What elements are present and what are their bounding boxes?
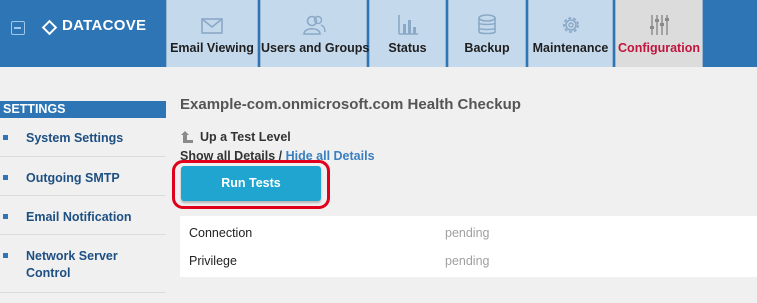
tab-label: Email Viewing [170,41,254,55]
tab-label: Backup [464,41,510,55]
top-header: DATACOVE Email Viewing Users and Groups [0,0,757,67]
test-name: Privilege [189,254,237,268]
sidebar-item-system-settings[interactable]: System Settings [0,118,166,157]
database-icon [478,14,496,35]
tab-label: Maintenance [532,41,609,55]
collapse-menu-icon[interactable] [11,21,25,35]
sliders-icon [650,15,669,35]
test-status: pending [445,254,490,268]
logo-icon [41,19,58,36]
table-row: Connection pending [180,218,757,246]
up-level-link[interactable]: Up a Test Level [180,130,291,144]
tab-users-and-groups[interactable]: Users and Groups [260,0,370,67]
results-table: Connection pending Privilege pending [180,216,757,277]
tab-email-viewing[interactable]: Email Viewing [166,0,258,67]
brand-area: DATACOVE [0,0,166,67]
tab-label: Status [388,41,427,55]
sidebar-item-label-line2: Control [26,266,71,280]
sidebar-item-label-line1: Network Server [26,249,118,263]
tab-status[interactable]: Status [369,0,446,67]
tab-backup[interactable]: Backup [448,0,526,67]
sidebar-item-network-server-control[interactable]: Network Server Control [0,235,166,293]
tab-maintenance[interactable]: Maintenance [528,0,613,67]
main-nav-tabs: Email Viewing Users and Groups Status Ba… [166,0,705,67]
up-arrow-icon [181,131,193,143]
users-icon [302,15,326,35]
bullet-icon [3,214,8,219]
gear-icon [562,17,579,33]
tab-configuration[interactable]: Configuration [615,0,703,67]
sidebar-item-outgoing-smtp[interactable]: Outgoing SMTP [0,157,166,196]
sidebar-header: SETTINGS [0,101,166,118]
bullet-icon [3,253,8,258]
settings-sidebar: SETTINGS System Settings Outgoing SMTP E… [0,101,166,293]
sidebar-item-label: System Settings [26,131,124,145]
run-tests-button[interactable]: Run Tests [181,166,321,201]
tab-label: Configuration [618,41,700,55]
test-name: Connection [189,226,253,240]
test-status: pending [445,226,490,240]
brand-name: DATACOVE [62,17,147,34]
sidebar-item-label: Email Notification [26,210,132,224]
bar-chart-icon [397,15,418,35]
table-row: Privilege pending [180,246,757,274]
bullet-icon [3,135,8,140]
sidebar-item-email-notification[interactable]: Email Notification [0,196,166,235]
bullet-icon [3,175,8,180]
tab-label: Users and Groups [261,41,370,55]
up-level-label: Up a Test Level [200,130,291,144]
envelope-icon [201,18,223,34]
sidebar-item-label: Outgoing SMTP [26,171,120,185]
page-title: Example-com.onmicrosoft.com Health Check… [180,96,521,113]
